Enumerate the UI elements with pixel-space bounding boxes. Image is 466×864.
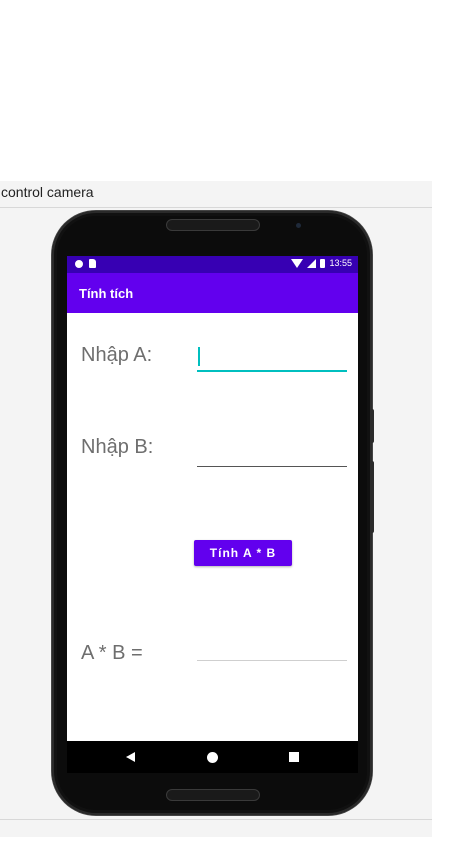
input-b[interactable]: [197, 440, 347, 467]
signal-icon: [307, 258, 317, 268]
bottom-speaker: [166, 789, 260, 801]
sd-card-icon: [89, 259, 96, 268]
recent-apps-icon[interactable]: [289, 752, 299, 762]
input-a[interactable]: [197, 344, 347, 372]
calculate-button[interactable]: Tính A * B: [194, 540, 292, 566]
front-camera-icon: [296, 223, 301, 228]
wifi-icon: [291, 258, 304, 268]
app-bar: Tính tích: [67, 273, 358, 313]
dot-icon: [75, 259, 83, 268]
power-button[interactable]: [370, 409, 374, 443]
earpiece-speaker: [166, 219, 260, 231]
app-title: Tính tích: [79, 286, 134, 301]
result-label: A * B =: [81, 642, 143, 664]
status-bar: 13:55: [67, 256, 358, 273]
panel-title: control camera: [1, 184, 94, 200]
status-time: 13:55: [329, 258, 352, 268]
battery-icon: [320, 258, 326, 268]
panel-header: control camera: [0, 181, 432, 208]
navigation-bar: [67, 741, 358, 773]
phone-frame: 13:55 Tính tích Nhập A: Nhập B: Tính A *…: [52, 211, 374, 815]
back-icon[interactable]: [126, 752, 135, 762]
panel-divider: [0, 819, 432, 820]
volume-button[interactable]: [370, 461, 374, 533]
result-field: [197, 660, 347, 661]
text-cursor: [198, 347, 200, 366]
label-a: Nhập A:: [81, 344, 153, 366]
device-screen: 13:55 Tính tích Nhập A: Nhập B: Tính A *…: [67, 256, 358, 773]
label-b: Nhập B:: [81, 436, 154, 458]
home-icon[interactable]: [207, 752, 218, 763]
